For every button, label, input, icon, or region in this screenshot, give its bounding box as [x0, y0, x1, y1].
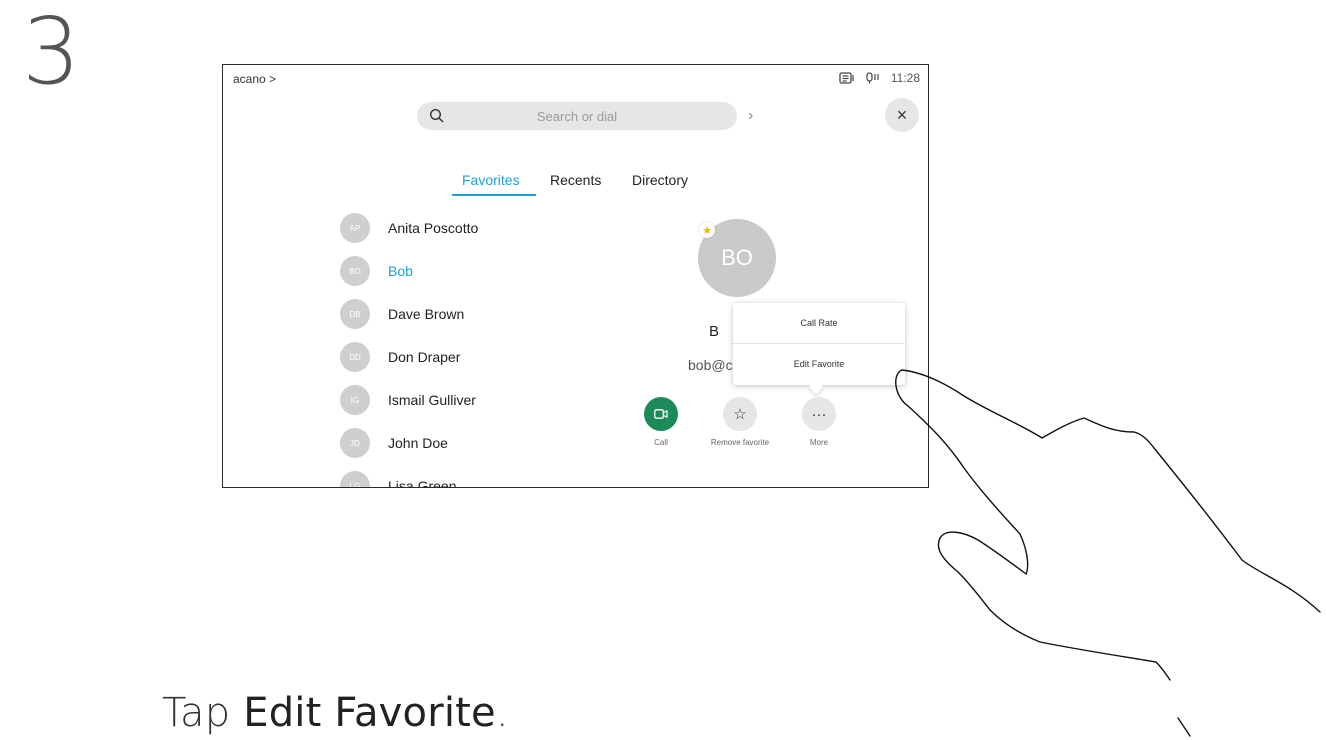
avatar: DD	[340, 342, 370, 372]
instruction-suffix: .	[495, 690, 509, 736]
list-item[interactable]: BO Bob	[340, 256, 413, 286]
tab-recents[interactable]: Recents	[550, 172, 601, 188]
avatar: JD	[340, 428, 370, 458]
call-label: Call	[654, 438, 668, 447]
list-item[interactable]: DB Dave Brown	[340, 299, 464, 329]
search-placeholder: Search or dial	[536, 109, 618, 124]
contact-name: Ismail Gulliver	[388, 392, 476, 408]
contact-name: Bob	[388, 263, 413, 279]
contact-detail-email: bob@c	[688, 357, 733, 373]
close-icon: ×	[896, 104, 908, 125]
avatar: AP	[340, 213, 370, 243]
contact-name: Dave Brown	[388, 306, 465, 322]
contact-name: John Doe	[388, 435, 448, 451]
contact-name: Anita Poscotto	[388, 220, 479, 236]
remove-favorite-label: Remove favorite	[710, 438, 770, 447]
contact-name: Don Draper	[388, 349, 461, 365]
screen-share-icon	[839, 72, 855, 84]
contact-name: Lisa Green	[388, 478, 457, 488]
active-tab-underline	[452, 194, 536, 196]
avatar: DB	[340, 299, 370, 329]
pointing-hand-illustration	[895, 369, 1321, 737]
more-button[interactable]: ··· More	[789, 397, 849, 448]
breadcrumb[interactable]: acano >	[233, 72, 276, 86]
device-screen: acano > 11:28 Search or dial › × Favorit…	[222, 64, 929, 488]
instruction-text: Tap Edit Favorite.	[162, 690, 509, 736]
list-item[interactable]: AP Anita Poscotto	[340, 213, 478, 243]
star-icon: ☆	[723, 397, 757, 431]
contact-detail-name: B	[709, 323, 720, 340]
status-area: 11:28	[839, 71, 920, 85]
list-item[interactable]: JD John Doe	[340, 428, 448, 458]
avatar: IG	[340, 385, 370, 415]
call-button[interactable]: Call	[631, 397, 691, 448]
tab-directory[interactable]: Directory	[632, 172, 688, 188]
clock: 11:28	[890, 71, 920, 85]
video-icon	[644, 397, 678, 431]
close-button[interactable]: ×	[885, 98, 919, 132]
microphone-status-icon	[865, 72, 881, 84]
avatar: LG	[340, 471, 370, 487]
more-icon: ···	[802, 397, 836, 431]
step-number: 3	[22, 0, 81, 105]
instruction-emphasis: Edit Favorite	[243, 690, 496, 736]
tab-favorites[interactable]: Favorites	[462, 172, 520, 188]
remove-favorite-button[interactable]: ☆ Remove favorite	[710, 397, 770, 448]
list-item[interactable]: LG Lisa Green	[340, 471, 457, 488]
tab-bar: Favorites Recents Directory	[223, 172, 928, 196]
list-item[interactable]: IG Ismail Gulliver	[340, 385, 476, 415]
list-item[interactable]: DD Don Draper	[340, 342, 460, 372]
search-input[interactable]: Search or dial	[417, 102, 737, 130]
menu-item-call-rate[interactable]: Call Rate	[733, 303, 905, 343]
search-go-chevron-icon[interactable]: ›	[748, 107, 753, 125]
avatar: BO	[340, 256, 370, 286]
favorite-star-icon: ★	[699, 222, 715, 238]
instruction-prefix: Tap	[162, 690, 244, 736]
more-label: More	[809, 438, 829, 447]
